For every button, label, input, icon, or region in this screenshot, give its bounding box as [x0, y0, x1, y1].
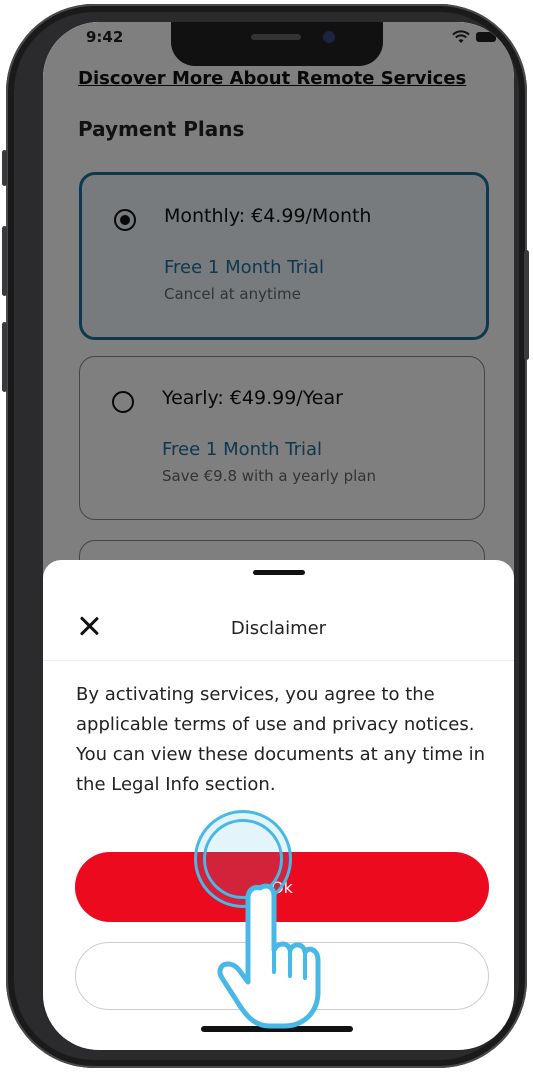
volume-up-button: [2, 226, 7, 296]
side-button: [2, 150, 7, 186]
notch: [171, 22, 383, 66]
sheet-header: Disclaimer: [43, 604, 514, 661]
camera: [323, 31, 335, 43]
battery-icon: [476, 32, 496, 42]
volume-down-button: [2, 322, 7, 392]
status-icons: [452, 30, 496, 44]
power-button: [524, 250, 529, 360]
disclaimer-text: By activating services, you agree to the…: [76, 684, 486, 795]
sheet-grabber[interactable]: [253, 570, 305, 575]
status-time: 9:42: [86, 28, 124, 46]
wifi-icon: [452, 30, 470, 43]
speaker: [251, 34, 301, 40]
pointing-hand-icon: [217, 883, 321, 1029]
sheet-title: Disclaimer: [230, 618, 327, 639]
